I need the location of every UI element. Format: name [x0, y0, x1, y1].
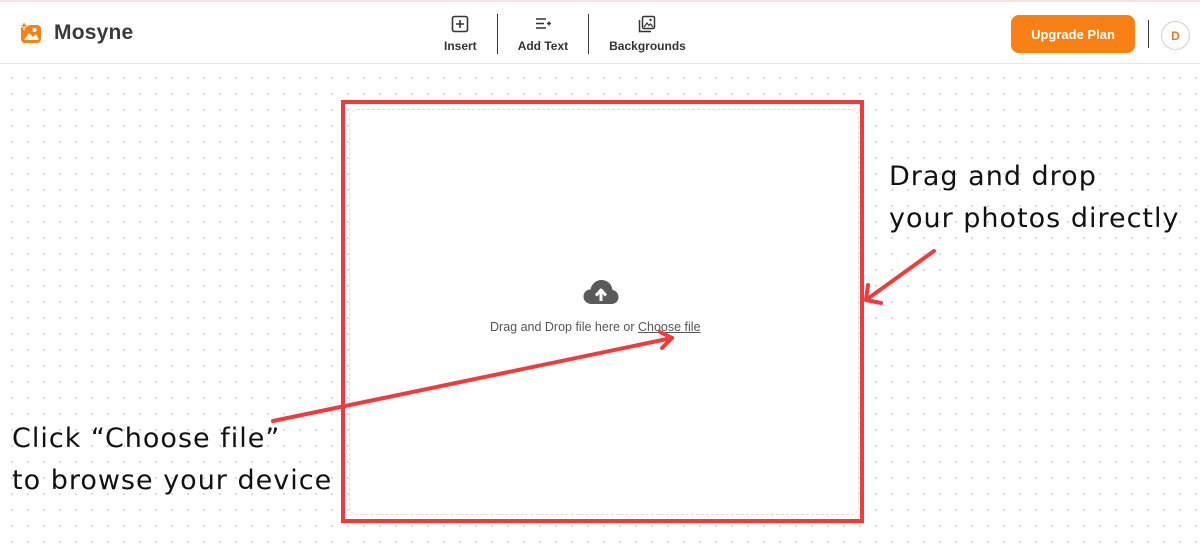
insert-label: Insert: [444, 39, 477, 53]
choose-file-annotation: Click “Choose file” to browse your devic…: [12, 418, 332, 502]
insert-tool[interactable]: Insert: [430, 14, 491, 54]
user-avatar[interactable]: D: [1161, 21, 1190, 50]
annotation-line: your photos directly: [889, 203, 1180, 234]
add-text-label: Add Text: [517, 39, 569, 53]
annotation-line: Click “Choose file”: [12, 423, 281, 454]
images-icon: [639, 15, 656, 33]
drag-drop-annotation: Drag and drop your photos directly: [889, 156, 1180, 240]
app-logo[interactable]: Mosyne: [18, 20, 133, 46]
editor-toolbar: Insert Add Text Backgrounds: [430, 14, 700, 54]
mosyne-logo-icon: [18, 20, 41, 43]
drop-prompt: Drag and Drop file here or: [490, 320, 638, 334]
header-divider: [1148, 20, 1149, 48]
toolbar-divider: [588, 14, 590, 54]
plus-square-icon: [452, 15, 469, 33]
annotation-line: Drag and drop: [889, 161, 1097, 192]
top-bar: Mosyne Insert Add Text Backgrounds Upgra…: [0, 0, 1200, 64]
arrow-to-drop-zone: [864, 249, 936, 305]
add-text-tool[interactable]: Add Text: [504, 14, 582, 54]
toolbar-divider: [496, 14, 498, 54]
drop-instructions: Drag and Drop file here or Choose file: [490, 320, 730, 334]
brand-name: Mosyne: [54, 21, 134, 44]
add-text-icon: [535, 18, 551, 29]
backgrounds-tool[interactable]: Backgrounds: [595, 14, 700, 54]
annotation-line: to browse your device: [12, 465, 333, 496]
choose-file-link[interactable]: Choose file: [638, 320, 701, 334]
backgrounds-label: Backgrounds: [609, 39, 686, 53]
file-drop-zone[interactable]: [349, 109, 859, 515]
upgrade-plan-button[interactable]: Upgrade Plan: [1011, 15, 1135, 53]
cloud-upload-icon: [583, 280, 619, 304]
